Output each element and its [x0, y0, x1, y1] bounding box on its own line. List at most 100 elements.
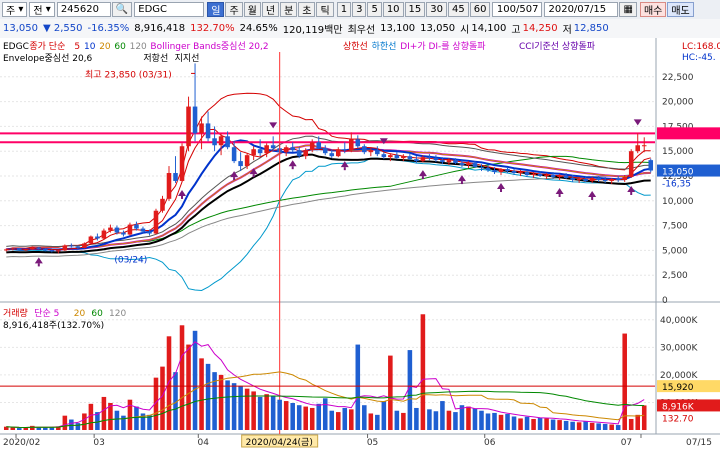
period-button-1[interactable]: 주	[225, 2, 243, 17]
volume-bar	[440, 401, 445, 430]
volume-bar	[205, 363, 211, 430]
candle-body	[186, 106, 191, 147]
period-button-0[interactable]: 일	[207, 2, 225, 17]
candle-body	[322, 148, 328, 154]
quote-amount: 120,119백만	[282, 25, 343, 36]
count-total: /507	[516, 4, 539, 15]
period-button-4[interactable]: 분	[280, 2, 298, 17]
volume-bar	[283, 401, 289, 430]
candle-body	[134, 224, 139, 229]
volume-bar	[466, 406, 471, 430]
candle-body	[446, 160, 452, 163]
signal-up-arrow-stem	[421, 176, 424, 180]
interval-button-5[interactable]: 5	[367, 2, 382, 17]
volume-tick-label: 30,000K	[660, 343, 698, 353]
period-button-2[interactable]: 월	[243, 2, 261, 17]
stock-chart-svg[interactable]: 22,50020,00017,50015,00012,50010,0007,50…	[0, 38, 720, 449]
signal-up-arrow-stem	[37, 263, 40, 267]
candle-body	[192, 106, 198, 134]
volume-bar	[199, 358, 204, 430]
interval-button-15[interactable]: 15	[404, 2, 426, 17]
candle-body	[283, 147, 289, 153]
price-legend-item: 종가 단순	[29, 41, 65, 52]
interval-button-1[interactable]: 1	[336, 2, 352, 17]
count-input[interactable]: 100/507	[492, 2, 543, 17]
candle-body	[244, 155, 250, 167]
mode-select[interactable]: 전 ▾	[29, 2, 55, 17]
stock-name-value: EDGC	[138, 4, 168, 15]
market-select[interactable]: 주 ▾	[2, 2, 28, 17]
volume-bar	[316, 403, 322, 430]
stock-code-input[interactable]: 245620	[56, 2, 111, 17]
volume-bar	[179, 325, 185, 430]
volume-bar	[349, 409, 354, 430]
volume-bar	[427, 409, 432, 430]
candle-body	[355, 139, 361, 147]
interval-button-60[interactable]: 60	[469, 2, 491, 17]
price-tick-label: 10,000	[662, 197, 694, 207]
volume-bar	[414, 407, 419, 430]
price-tick-label: 2,500	[662, 271, 688, 281]
date-value: 2020/07/15	[548, 4, 607, 15]
candle-body	[550, 175, 556, 177]
top-toolbar: 주 ▾ 전 ▾ 245620 🔍 EDGC 일주월년분초틱 1 3 5 10 15 30 4…	[0, 0, 720, 20]
volume-bar	[420, 314, 426, 430]
volume-bar	[388, 355, 393, 430]
candle-body	[16, 248, 22, 250]
chart-area[interactable]: 22,50020,00017,50015,00012,50010,0007,50…	[0, 38, 720, 449]
period-button-3[interactable]: 년	[261, 2, 280, 17]
signal-up-arrow-stem	[500, 189, 503, 193]
candle-body	[179, 146, 185, 181]
interval-button-45[interactable]: 45	[448, 2, 469, 17]
interval-button-10[interactable]: 10	[382, 2, 404, 17]
candle-body	[485, 168, 491, 171]
quote-change: ▼ 2,550	[43, 23, 83, 34]
candle-body	[199, 123, 204, 134]
date-input[interactable]: 2020/07/15	[544, 2, 619, 17]
volume-bar	[381, 401, 387, 430]
volume-bar	[563, 420, 569, 430]
candle-body	[609, 178, 614, 181]
volume-ma-tag: 15,920	[662, 383, 694, 393]
volume-bar	[342, 407, 348, 430]
quote-low-label: 저	[562, 25, 572, 36]
time-label: 04	[198, 438, 210, 448]
volume-bar	[570, 421, 575, 430]
volume-bar	[303, 406, 308, 430]
candle-body	[43, 248, 48, 251]
volume-bar	[453, 412, 458, 430]
candle-body	[166, 173, 172, 199]
volume-bar	[309, 407, 315, 430]
signal-up-arrow-stem	[252, 174, 255, 178]
candle-body	[36, 247, 42, 249]
candle-body	[589, 177, 595, 181]
price-legend-item: EDGC	[3, 42, 29, 52]
volume-bar	[166, 336, 172, 430]
candle-body	[427, 157, 432, 159]
signal-up-arrow-stem	[460, 181, 463, 185]
period-button-5[interactable]: 초	[298, 2, 316, 17]
volume-bar	[296, 405, 302, 430]
sell-button[interactable]: 매도	[667, 2, 694, 17]
volume-bar	[537, 417, 543, 430]
interval-button-3[interactable]: 3	[352, 2, 367, 17]
candle-body	[583, 178, 588, 181]
candle-body	[316, 142, 322, 149]
candle-body	[576, 178, 582, 180]
price-legend-item: DI+가 DI-를 상향돌파	[400, 40, 486, 52]
max-price-annotation: 최고 23,850 (03/31)	[85, 69, 172, 80]
volume-bar	[615, 425, 621, 430]
volume-bar	[362, 405, 367, 430]
price-tick-label: 20,000	[662, 98, 694, 108]
candle-body	[381, 154, 387, 158]
candle-body	[108, 227, 113, 231]
stock-code-value: 245620	[60, 4, 99, 15]
period-button-6[interactable]: 틱	[316, 2, 334, 17]
volume-bar	[524, 416, 530, 430]
candle-body	[296, 150, 302, 157]
interval-button-30[interactable]: 30	[426, 2, 448, 17]
calendar-button[interactable]: ▦	[619, 2, 637, 17]
buy-button[interactable]: 매수	[639, 2, 667, 17]
search-button[interactable]: 🔍	[111, 2, 133, 17]
volume-bar	[290, 402, 295, 430]
